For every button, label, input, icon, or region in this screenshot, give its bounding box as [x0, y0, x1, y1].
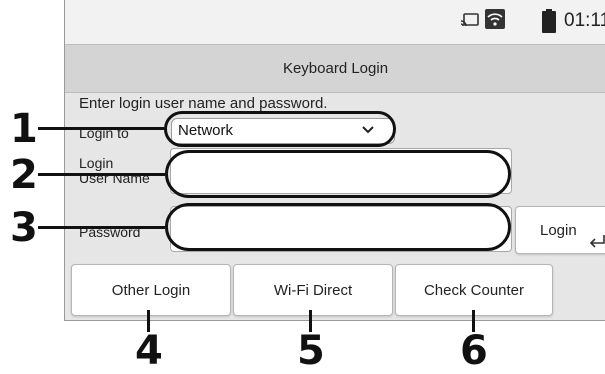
callout-ring-1: [164, 111, 396, 147]
enter-icon: [589, 235, 605, 248]
callout-number-1: 1: [10, 106, 38, 152]
callout-number-6: 6: [460, 328, 488, 374]
callout-number-4: 4: [135, 328, 163, 374]
instruction-text: Enter login user name and password.: [79, 95, 328, 112]
battery-icon: [542, 9, 556, 33]
callout-ring-3: [165, 203, 511, 251]
callout-line-2: [38, 173, 165, 176]
other-login-button[interactable]: Other Login: [71, 264, 231, 316]
user-name-label-line1: Login: [79, 155, 114, 171]
callout-ring-2: [165, 150, 511, 198]
page-title: Keyboard Login: [282, 60, 389, 77]
callout-line-1: [38, 127, 164, 130]
wifi-direct-button[interactable]: Wi-Fi Direct: [233, 264, 393, 316]
check-counter-button[interactable]: Check Counter: [395, 264, 553, 316]
login-button[interactable]: Login: [515, 206, 605, 254]
user-name-label: Login User Name: [79, 156, 150, 186]
cast-icon: [460, 13, 479, 27]
clock: 01:11: [564, 10, 605, 31]
wifi-direct-label: Wi-Fi Direct: [273, 282, 353, 299]
callout-number-3: 3: [10, 205, 38, 251]
callout-line-3: [38, 226, 165, 229]
status-bar: 01:11: [65, 0, 605, 45]
callout-number-5: 5: [297, 328, 325, 374]
callout-number-2: 2: [10, 152, 38, 198]
other-login-label: Other Login: [111, 282, 191, 299]
title-bar: Keyboard Login: [65, 45, 605, 93]
wifi-icon: [485, 9, 505, 29]
